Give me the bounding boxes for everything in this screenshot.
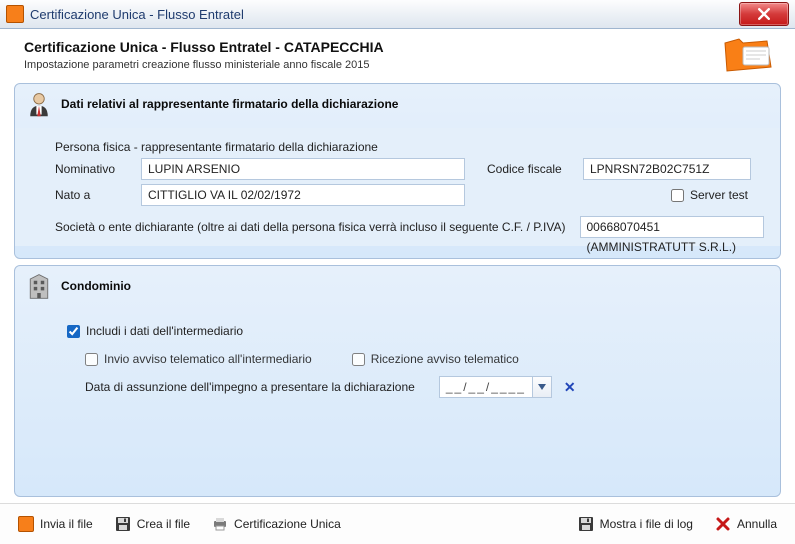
- societa-field[interactable]: 00668070451 (AMMINISTRATUTT S.R.L.): [580, 216, 765, 238]
- close-icon: [758, 8, 770, 20]
- includi-intermediario-label: Includi i dati dell'intermediario: [86, 324, 243, 338]
- header-folder-icon: [721, 33, 773, 73]
- invia-file-label: Invia il file: [40, 517, 93, 531]
- building-icon: [25, 272, 53, 300]
- group-condominio-title: Condominio: [61, 279, 131, 293]
- send-file-icon: [18, 516, 34, 532]
- window-title: Certificazione Unica - Flusso Entratel: [30, 7, 244, 22]
- footer-toolbar: Invia il file Crea il file Certificazion…: [0, 503, 795, 544]
- invio-avviso-label: Invio avviso telematico all'intermediari…: [104, 352, 312, 366]
- certificazione-unica-label: Certificazione Unica: [234, 517, 341, 531]
- printer-icon: [212, 516, 228, 532]
- clear-date-button[interactable]: ✕: [564, 379, 576, 396]
- date-dropdown-button[interactable]: [532, 377, 551, 397]
- save-icon: [115, 516, 131, 532]
- societa-label: Società o ente dichiarante (oltre ai dat…: [55, 220, 566, 234]
- group-firmatario-header: Dati relativi al rappresentante firmatar…: [15, 84, 780, 128]
- ricezione-avviso-checkbox[interactable]: Ricezione avviso telematico: [352, 352, 519, 366]
- page-subtitle: Impostazione parametri creazione flusso …: [24, 59, 777, 71]
- codice-fiscale-field[interactable]: LPNRSN72B02C751Z: [583, 158, 751, 180]
- ricezione-avviso-input[interactable]: [352, 353, 365, 366]
- data-assunzione-value: __/__/____: [440, 380, 532, 394]
- annulla-label: Annulla: [737, 517, 777, 531]
- titlebar: Certificazione Unica - Flusso Entratel: [0, 0, 795, 29]
- log-save-icon: [578, 516, 594, 532]
- mostra-log-button[interactable]: Mostra i file di log: [578, 516, 693, 532]
- group-condominio-header: Condominio: [15, 266, 780, 310]
- data-assunzione-label: Data di assunzione dell'impegno a presen…: [85, 380, 415, 394]
- certificazione-unica-button[interactable]: Certificazione Unica: [212, 516, 341, 532]
- data-assunzione-field[interactable]: __/__/____: [439, 376, 552, 398]
- page-header: Certificazione Unica - Flusso Entratel -…: [0, 29, 795, 77]
- crea-file-label: Crea il file: [137, 517, 190, 531]
- includi-intermediario-checkbox[interactable]: Includi i dati dell'intermediario: [67, 324, 243, 338]
- group-firmatario-title: Dati relativi al rappresentante firmatar…: [61, 97, 398, 111]
- nominativo-field[interactable]: LUPIN ARSENIO: [141, 158, 465, 180]
- includi-intermediario-input[interactable]: [67, 325, 80, 338]
- chevron-down-icon: [538, 384, 546, 390]
- group-condominio: Condominio Includi i dati dell'intermedi…: [14, 265, 781, 497]
- persona-label: Persona fisica - rappresentante firmatar…: [55, 140, 378, 154]
- mostra-log-label: Mostra i file di log: [600, 517, 693, 531]
- app-icon: [6, 5, 24, 23]
- server-test-label: Server test: [690, 188, 748, 202]
- annulla-button[interactable]: Annulla: [715, 516, 777, 532]
- crea-file-button[interactable]: Crea il file: [115, 516, 190, 532]
- person-icon: [25, 90, 53, 118]
- server-test-checkbox-input[interactable]: [671, 189, 684, 202]
- natoa-label: Nato a: [55, 188, 133, 202]
- server-test-checkbox[interactable]: Server test: [671, 188, 748, 202]
- ricezione-avviso-label: Ricezione avviso telematico: [371, 352, 519, 366]
- invia-file-button[interactable]: Invia il file: [18, 516, 93, 532]
- group-firmatario: Dati relativi al rappresentante firmatar…: [14, 83, 781, 259]
- window-close-button[interactable]: [739, 2, 789, 26]
- cancel-icon: [715, 516, 731, 532]
- nominativo-label: Nominativo: [55, 162, 133, 176]
- page-title: Certificazione Unica - Flusso Entratel -…: [24, 39, 777, 55]
- natoa-field[interactable]: CITTIGLIO VA IL 02/02/1972: [141, 184, 465, 206]
- invio-avviso-input[interactable]: [85, 353, 98, 366]
- codice-fiscale-label: Codice fiscale: [487, 162, 575, 176]
- invio-avviso-checkbox[interactable]: Invio avviso telematico all'intermediari…: [85, 352, 312, 366]
